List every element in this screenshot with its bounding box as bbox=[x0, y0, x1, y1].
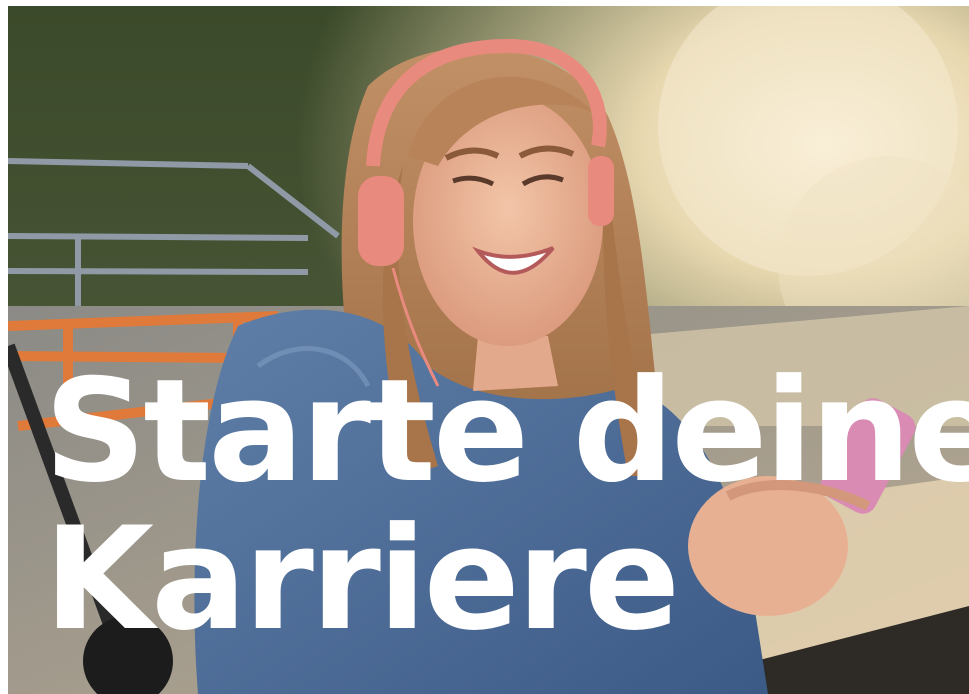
hero-banner: Starte deine Karriere bbox=[8, 6, 969, 694]
headline-line-2: Karriere bbox=[44, 497, 680, 662]
headline: Starte deine Karriere bbox=[44, 358, 969, 654]
headline-line-1: Starte deine bbox=[44, 349, 969, 514]
